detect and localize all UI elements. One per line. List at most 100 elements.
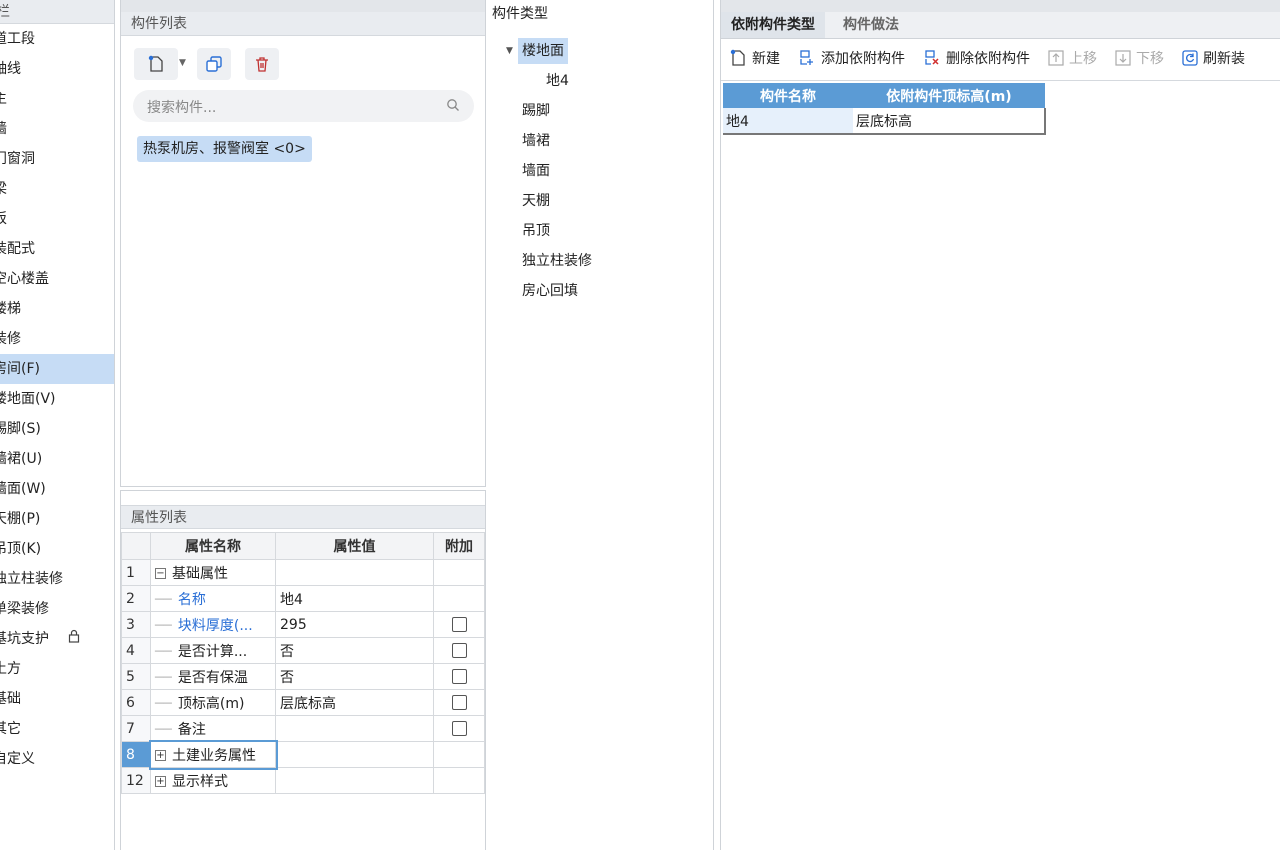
property-name-cell[interactable]: + 显示样式 — [150, 767, 276, 794]
sidebar-item[interactable]: 单梁装修 — [0, 594, 114, 624]
search-box[interactable]: 搜索构件... — [133, 90, 474, 122]
tree-node[interactable]: 独立柱装修 — [490, 246, 713, 276]
sidebar-item[interactable]: 自定义 — [0, 744, 114, 774]
caret-down-icon[interactable]: ▼ — [506, 36, 513, 66]
sidebar-item[interactable]: 装配式 — [0, 234, 114, 264]
tab-component-method[interactable]: 构件做法 — [833, 12, 909, 38]
chevron-down-icon[interactable]: ▼ — [179, 58, 186, 68]
property-name-cell[interactable]: − 基础属性 — [150, 559, 276, 586]
sidebar-item[interactable]: 楼地面(V) — [0, 384, 114, 414]
refresh-button[interactable]: 刷新装 — [1182, 48, 1245, 68]
property-name: 备注 — [177, 721, 206, 738]
sidebar-item[interactable]: 其它 — [0, 714, 114, 744]
expand-icon[interactable]: + — [155, 776, 166, 787]
extra-checkbox[interactable] — [451, 721, 467, 736]
property-value[interactable]: 层底标高 — [275, 689, 434, 716]
sidebar-item-label: 独立柱装修 — [0, 571, 63, 587]
sidebar-item[interactable]: 吊顶(K) — [0, 534, 114, 564]
property-value[interactable] — [275, 767, 434, 794]
table-row[interactable]: 4 ── 是否计算... 否 — [121, 637, 485, 664]
tab-attached-component-type[interactable]: 依附构件类型 — [721, 12, 825, 38]
add-attached-button[interactable]: 添加依附构件 — [798, 48, 905, 68]
sidebar-item[interactable]: 梁 — [0, 174, 114, 204]
sidebar-item[interactable]: 墙 — [0, 114, 114, 144]
sidebar-item[interactable]: 天棚(P) — [0, 504, 114, 534]
new-button[interactable]: 新建 — [729, 48, 780, 68]
property-name-cell[interactable]: ── 名称 — [150, 585, 276, 612]
sidebar-item-label: 轴线 — [0, 61, 21, 77]
tree-node[interactable]: 墙裙 — [490, 126, 713, 156]
sidebar-item[interactable]: 装修 — [0, 324, 114, 354]
property-name-cell[interactable]: ── 是否计算... — [150, 637, 276, 664]
extra-checkbox[interactable] — [451, 695, 467, 710]
sidebar-item[interactable]: 主 — [0, 84, 114, 114]
property-name-cell[interactable]: ── 备注 — [150, 715, 276, 742]
cell-component-name[interactable]: 地4 — [723, 108, 853, 135]
delete-component-button[interactable] — [245, 48, 279, 80]
property-value[interactable]: 地4 — [275, 585, 434, 612]
extra-checkbox[interactable] — [451, 643, 467, 658]
property-name-cell[interactable]: + 土建业务属性 — [148, 739, 278, 770]
delete-attached-button[interactable]: 删除依附构件 — [923, 48, 1030, 68]
search-input[interactable]: 搜索构件... — [147, 97, 216, 117]
move-down-button[interactable]: 下移 — [1115, 48, 1164, 68]
extra-checkbox[interactable] — [451, 617, 467, 632]
new-component-button[interactable] — [134, 48, 178, 80]
sidebar-item[interactable]: 轴线 — [0, 54, 114, 84]
tree-node[interactable]: 房心回填 — [490, 276, 713, 306]
sidebar-item[interactable]: 房间(F) — [0, 354, 114, 384]
property-name-cell[interactable]: ── 块料厚度(... — [150, 611, 276, 638]
sidebar-item[interactable]: 基坑支护 — [0, 624, 114, 654]
column-header-extra: 附加 — [433, 532, 485, 560]
sidebar-item[interactable]: 空心楼盖 — [0, 264, 114, 294]
sidebar-item[interactable]: 独立柱装修 — [0, 564, 114, 594]
search-icon[interactable] — [446, 98, 460, 112]
table-row[interactable]: 6 ── 顶标高(m) 层底标高 — [121, 689, 485, 716]
tree-node[interactable]: 吊顶 — [490, 216, 713, 246]
row-number: 6 — [121, 689, 151, 716]
property-extra-cell — [433, 611, 485, 638]
tree-node-label: 墙面 — [522, 163, 550, 179]
table-row[interactable]: 5 ── 是否有保温 否 — [121, 663, 485, 690]
sidebar-item[interactable]: 基础 — [0, 684, 114, 714]
tree-node[interactable]: 踢脚 — [490, 96, 713, 126]
property-value[interactable]: 否 — [275, 637, 434, 664]
cell-top-elevation[interactable]: 层底标高 — [853, 108, 1046, 135]
property-value[interactable] — [275, 741, 434, 768]
table-row[interactable]: 1− 基础属性 — [121, 559, 485, 586]
expand-icon[interactable]: + — [155, 750, 166, 761]
sidebar-item[interactable]: 楼梯 — [0, 294, 114, 324]
sidebar-item[interactable]: 踢脚(S) — [0, 414, 114, 444]
tree-node[interactable]: 天棚 — [490, 186, 713, 216]
table-row[interactable]: 2 ── 名称 地4 — [121, 585, 485, 612]
property-value[interactable] — [275, 559, 434, 586]
copy-component-button[interactable] — [197, 48, 231, 80]
tree-node-label: 房心回填 — [522, 283, 578, 299]
sidebar-item-label: 房间(F) — [0, 361, 40, 377]
table-row[interactable]: 7 ── 备注 — [121, 715, 485, 742]
nav-header: 栏 — [0, 0, 114, 24]
component-item[interactable]: 热泵机房、报警阀室 <0> — [137, 136, 312, 162]
table-row[interactable]: 地4 层底标高 — [723, 108, 1046, 135]
sidebar-item[interactable]: 道工段 — [0, 24, 114, 54]
table-row[interactable]: 12 + 显示样式 — [121, 767, 485, 794]
sidebar-item[interactable]: 土方 — [0, 654, 114, 684]
move-up-button[interactable]: 上移 — [1048, 48, 1097, 68]
sidebar-item[interactable]: 墙裙(U) — [0, 444, 114, 474]
property-name-cell[interactable]: ── 是否有保温 — [150, 663, 276, 690]
property-value[interactable]: 295 — [275, 611, 434, 638]
extra-checkbox[interactable] — [451, 669, 467, 684]
property-value[interactable]: 否 — [275, 663, 434, 690]
sidebar-item[interactable]: 板 — [0, 204, 114, 234]
table-row[interactable]: 3 ── 块料厚度(... 295 — [121, 611, 485, 638]
sidebar-item[interactable]: 墙面(W) — [0, 474, 114, 504]
property-value[interactable] — [275, 715, 434, 742]
tree-node[interactable]: 墙面 — [490, 156, 713, 186]
tree-node[interactable]: ▼ 楼地面 — [490, 36, 713, 66]
delete-attached-icon — [925, 50, 939, 65]
property-name-cell[interactable]: ── 顶标高(m) — [150, 689, 276, 716]
table-row[interactable]: 8 + 土建业务属性 — [121, 739, 485, 770]
tree-node[interactable]: 地4 — [490, 66, 713, 96]
collapse-icon[interactable]: − — [155, 568, 166, 579]
sidebar-item[interactable]: 门窗洞 — [0, 144, 114, 174]
